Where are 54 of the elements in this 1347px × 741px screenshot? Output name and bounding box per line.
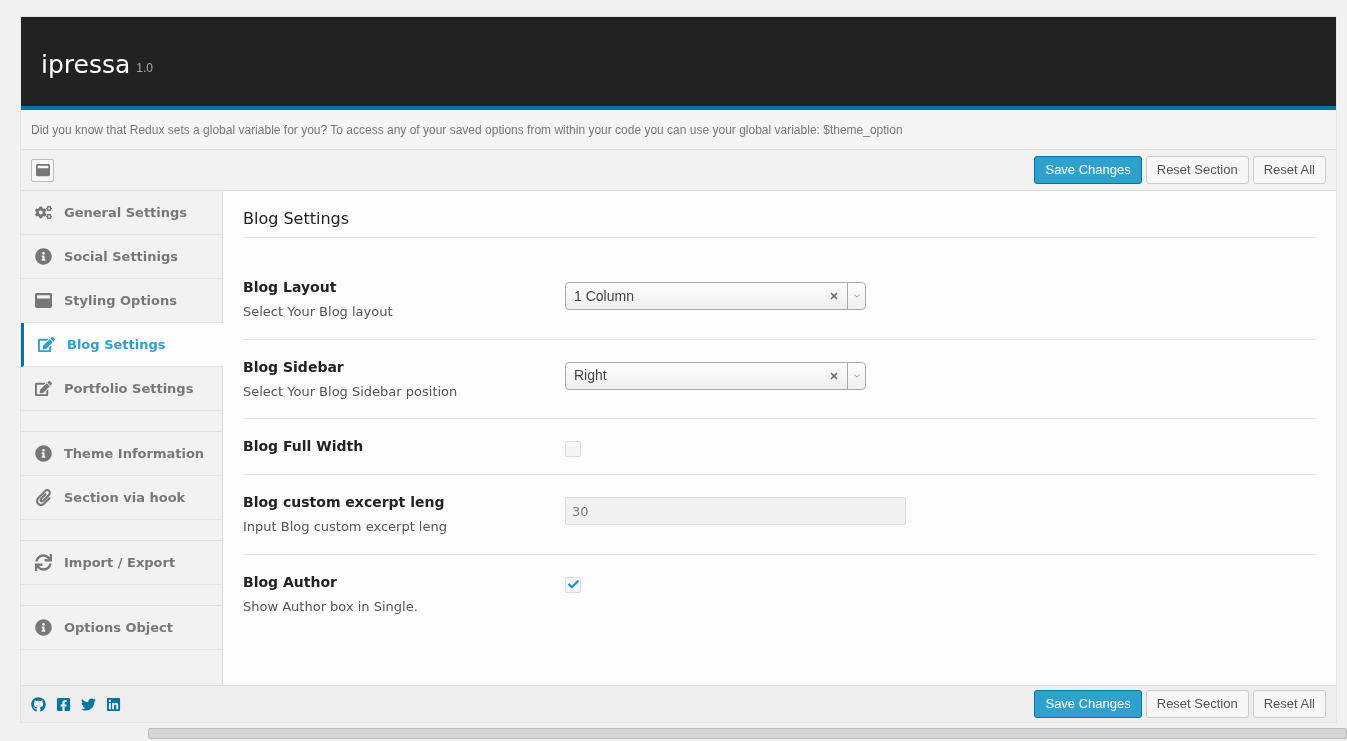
expand-toggle[interactable] (31, 158, 54, 182)
field-label: Blog Sidebar (243, 357, 345, 377)
sidebar-item[interactable]: Options Object (21, 606, 222, 650)
select-field[interactable]: Right (565, 361, 866, 390)
select-value: Right (573, 366, 608, 385)
reset-all-button[interactable]: Reset All (1252, 690, 1326, 718)
sidebar-item[interactable]: Social Settinigs (21, 235, 222, 279)
gears-icon (35, 204, 52, 221)
linkedin-icon[interactable] (106, 696, 121, 712)
select-value: 1 Column (573, 286, 635, 306)
layout-icon (35, 163, 50, 177)
select-field[interactable]: 1 Column (565, 282, 866, 310)
field-description: Show Author box in Single. (243, 597, 419, 616)
edit-icon (35, 380, 52, 397)
sidebar-item[interactable]: Portfolio Settings (21, 367, 222, 411)
refresh-icon (35, 554, 52, 571)
check-icon (566, 578, 580, 591)
reset-section-button[interactable]: Reset Section (1145, 690, 1249, 718)
layout-icon (35, 292, 52, 309)
info-icon (35, 248, 52, 265)
input-field[interactable]: 30 (565, 497, 906, 525)
checkbox[interactable] (565, 441, 581, 457)
scrollbar[interactable] (148, 728, 1347, 739)
checkbox[interactable] (565, 576, 581, 593)
sidebar-item[interactable]: General Settings (21, 191, 222, 235)
sidebar-item[interactable]: Import / Export (21, 541, 222, 585)
clear-icon[interactable] (829, 370, 839, 381)
field-label: Blog Full Width (243, 437, 365, 456)
caret-icon (851, 291, 862, 301)
sidebar-item[interactable]: Theme Information (21, 432, 222, 476)
app-title: ipressa (41, 48, 131, 81)
sidebar-item[interactable]: Blog Settings (21, 323, 225, 367)
clear-icon[interactable] (829, 291, 839, 301)
section-title: Blog Settings (243, 209, 350, 228)
notice-text: Did you know that Redux sets a global variable for you? To access any of your saved options from within your code you can use your global variable: $theme_option (31, 121, 903, 139)
reset-all-button[interactable]: Reset All (1252, 156, 1326, 184)
version-label: 1.0 (136, 59, 153, 77)
facebook-icon[interactable] (56, 696, 71, 712)
field-description: Select Your Blog layout (243, 303, 394, 321)
field-description: Input Blog custom excerpt leng (243, 518, 448, 536)
github-icon[interactable] (31, 696, 46, 712)
save-button[interactable]: Save Changes (1034, 690, 1142, 718)
save-button[interactable]: Save Changes (1034, 156, 1142, 184)
field-label: Blog Layout (243, 278, 338, 297)
twitter-icon[interactable] (81, 696, 96, 712)
info-icon (35, 619, 52, 636)
paperclip-icon (35, 489, 52, 506)
field-description: Select Your Blog Sidebar position (243, 382, 459, 401)
edit-icon (38, 336, 55, 353)
field-label: Blog custom excerpt leng (243, 493, 446, 512)
reset-section-button[interactable]: Reset Section (1145, 156, 1249, 184)
info-icon (35, 445, 52, 462)
sidebar-item[interactable]: Section via hook (21, 476, 222, 520)
field-label: Blog Author (243, 572, 338, 592)
